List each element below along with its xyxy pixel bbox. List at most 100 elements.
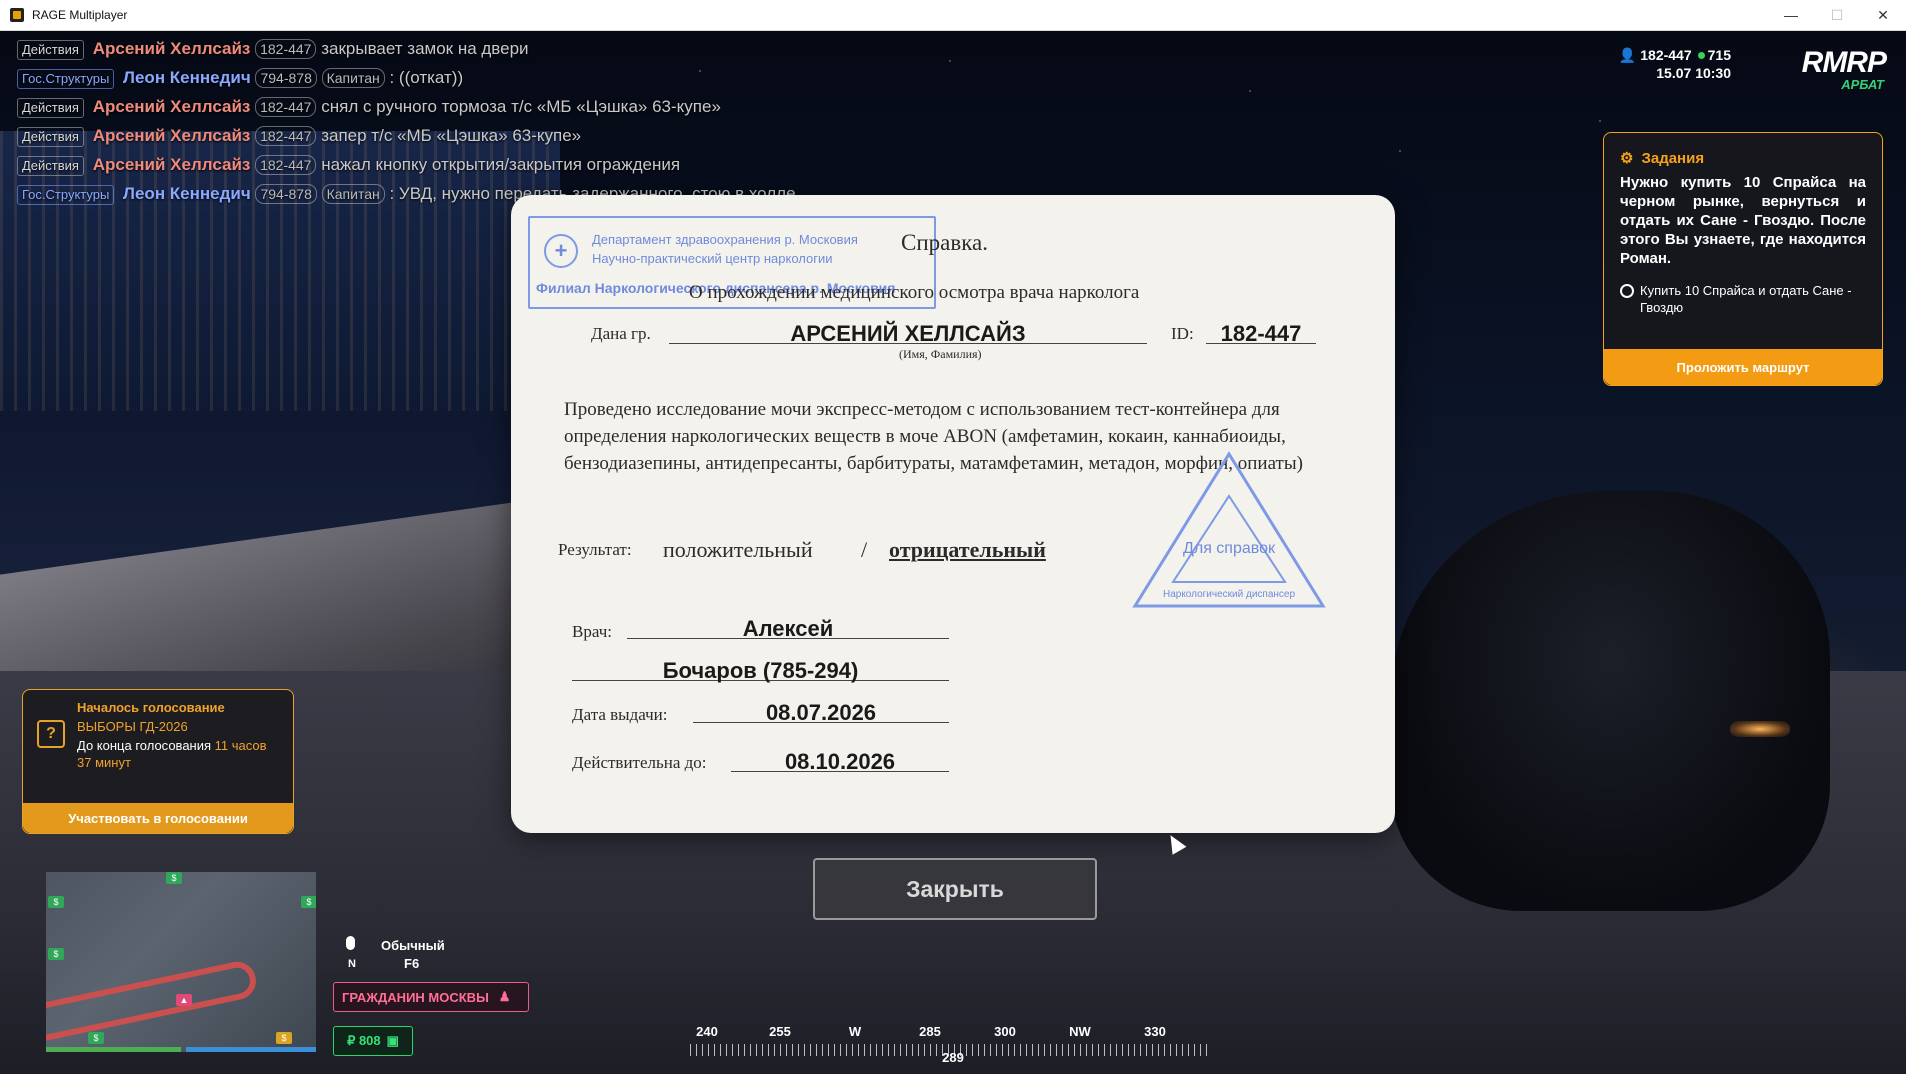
patient-name: АРСЕНИЙ ХЕЛЛСАЙЗ [790,321,1026,346]
chat-author: Арсений Хеллсайз [92,97,251,116]
map-road [46,958,260,1044]
chat-text: закрывает замок на двери [321,39,529,58]
map-blip-icon: $ [48,948,64,960]
chat-player-id: 182-447 [255,126,317,146]
microphone-icon [346,936,355,950]
quest-task-label: Купить 10 Спрайса и отдать Сане - Гвоздю [1640,283,1852,315]
window-titlebar: RAGE Multiplayer — ☐ ✕ [0,0,1906,31]
citizen-badge: ГРАЖДАНИН МОСКВЫ ♟ [333,982,529,1012]
chat-tag: Действия [17,40,84,60]
minimap: $ $ $ $ $ $ ▲ [46,872,316,1052]
map-blip-icon: $ [88,1032,104,1044]
player-marker-icon: ▲ [176,994,192,1006]
online-count: 715 [1707,47,1731,63]
compass-current: 289 [942,1050,964,1065]
vote-button[interactable]: Участвовать в голосовании [23,803,293,833]
medical-cross-icon: + [544,234,578,268]
compass-direction: N [348,958,356,970]
chat-player-id: 182-447 [255,155,317,175]
chat-author: Леон Кеннедич [123,68,251,87]
chat-author: Арсений Хеллсайз [92,155,251,174]
citizen-label: ГРАЖДАНИН МОСКВЫ [342,989,489,1005]
voice-mode: Обычный [381,938,445,953]
doctor-label: Врач: [572,622,612,641]
chat-rank: Капитан [321,68,385,88]
quest-task: Купить 10 Спрайса и отдать Сане - Гвоздю [1620,282,1866,316]
minimize-button[interactable]: — [1768,0,1814,30]
result-negative: отрицательный [889,537,1046,562]
server-logo: RMRP [1801,46,1887,79]
route-button[interactable]: Проложить маршрут [1604,349,1882,385]
server-name: АРБАТ [1841,77,1884,92]
map-blip-icon: $ [276,1032,292,1044]
vote-title: Началось голосование [77,700,225,715]
chat-line: Действия Арсений Хеллсайз 182-447 закрыв… [17,34,737,63]
compass-bar: 240 255 W 285 300 NW 330 289 [690,1024,1210,1065]
chat-line: Действия Арсений Хеллсайз 182-447 нажал … [17,150,737,179]
quest-header: ⚙ Задания [1620,149,1882,168]
vote-subtitle: ВЫБОРЫ ГД-2026 [77,719,188,734]
task-circle-icon [1620,284,1634,298]
close-document-button[interactable]: Закрыть [813,858,1097,920]
patient-id: 182-447 [1220,321,1302,346]
chat-text: нажал кнопку открытия/закрытия ограждени… [321,155,681,174]
quest-header-label: Задания [1641,149,1705,167]
stamp-line: Научно-практический центр наркологии [592,251,833,266]
triangle-stamp [1132,451,1326,608]
valid-until-label: Действительна до: [572,753,707,772]
quest-icon: ⚙ [1620,150,1634,167]
vote-time-label: До конца голосования [77,738,212,753]
result-label: Результат: [558,540,632,559]
user-icon: 👤 [1618,47,1637,63]
question-icon: ? [37,720,65,748]
wallet-icon: ▣ [386,1033,399,1048]
chat-tag: Гос.Структуры [17,185,115,205]
chat-player-id: 182-447 [255,97,317,117]
name-hint: (Имя, Фамилия) [899,347,982,361]
chat-author: Леон Кеннедич [123,184,251,203]
doctor-first-name: Алексей [742,616,834,641]
certificate-title: Справка. [901,230,989,255]
window-title: RAGE Multiplayer [32,8,128,22]
triangle-stamp-bottom: Наркологический диспансер [1162,589,1296,600]
armor-bar [186,1047,316,1052]
person-icon: ♟ [498,989,511,1004]
chat-author: Арсений Хеллсайз [92,39,251,58]
chat-line: Действия Арсений Хеллсайз 182-447 снял с… [17,92,737,121]
map-blip-icon: $ [166,872,182,884]
map-blip-icon: $ [48,896,64,908]
vote-countdown: До конца голосования 11 часов 37 минут [77,737,277,771]
window-controls: — ☐ ✕ [1768,0,1906,30]
chat-player-id: 182-447 [255,39,317,59]
triangle-stamp-text: Для справок [1183,540,1275,557]
result-positive: положительный [663,537,813,562]
valid-until-date: 08.10.2026 [784,749,896,774]
chat-text: : ((откат)) [389,68,464,87]
issue-date-label: Дата выдачи: [572,705,668,724]
map-blip-icon: $ [301,896,316,908]
close-window-button[interactable]: ✕ [1860,0,1906,30]
chat-tag: Действия [17,127,84,147]
car-headlight [1730,721,1790,737]
compass-mark: 255 [769,1024,791,1039]
chat-text: запер т/с «МБ «Цэшка» 63-купе» [321,126,582,145]
maximize-button[interactable]: ☐ [1814,0,1860,30]
compass-mark: NW [1069,1024,1091,1039]
chat-player-id: 794-878 [255,184,317,204]
certificate-subtitle: О прохождении медицинского осмотра врача… [689,282,1140,303]
stamp-line: Департамент здравоохранения р. Московия [592,232,858,247]
black-car [1390,491,1830,911]
chat-log: Действия Арсений Хеллсайз 182-447 закрыв… [17,34,796,208]
chat-tag: Действия [17,156,84,176]
result-separator: / [861,537,868,562]
doctor-last-name: Бочаров (785-294) [662,658,859,683]
id-label: ID: [1171,324,1194,343]
chat-author: Арсений Хеллсайз [92,126,251,145]
chat-line: Действия Арсений Хеллсайз 182-447 запер … [17,121,737,150]
money-badge: ₽ 808 ▣ [333,1026,413,1056]
player-info: 👤 182-447 715 15.07 10:30 [1619,46,1731,82]
chat-rank: Капитан [321,184,385,204]
given-label: Дана гр. [591,324,651,343]
chat-tag: Гос.Структуры [17,69,115,89]
chat-player-id: 794-878 [255,68,317,88]
